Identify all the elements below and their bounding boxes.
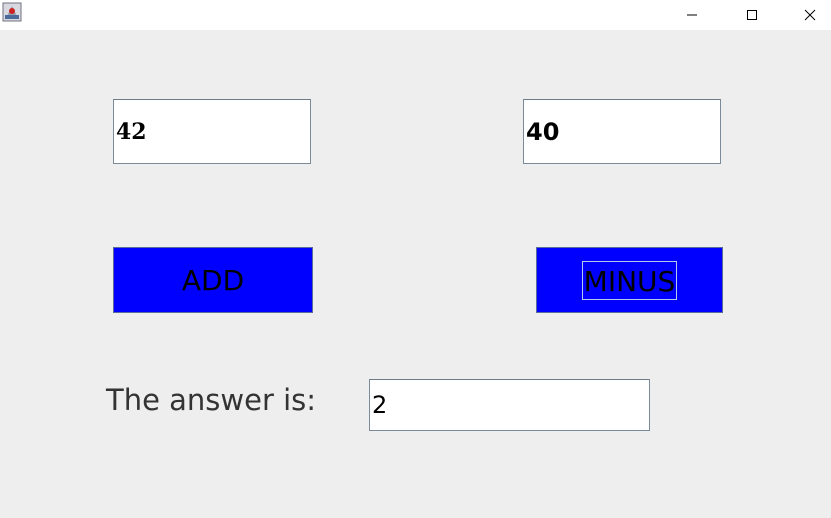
add-button-label: ADD [181, 263, 245, 297]
minimize-icon [686, 6, 698, 25]
close-icon [804, 6, 816, 25]
answer-field[interactable]: 2 [369, 379, 650, 431]
answer-value: 2 [372, 391, 388, 419]
maximize-button[interactable] [729, 0, 775, 30]
close-button[interactable] [787, 0, 831, 30]
maximize-icon [746, 6, 758, 25]
minimize-button[interactable] [669, 0, 715, 30]
title-bar [0, 0, 831, 30]
add-button[interactable]: ADD [113, 247, 313, 313]
second-number-value: 40 [526, 117, 560, 146]
first-number-value: 42 [116, 118, 147, 145]
app-window: 42 40 ADD MINUS The answer is: 2 [0, 0, 831, 518]
answer-label: The answer is: [106, 383, 317, 417]
first-number-field[interactable]: 42 [113, 99, 311, 164]
java-app-icon[interactable] [2, 2, 22, 22]
minus-button-label: MINUS [581, 260, 678, 300]
second-number-field[interactable]: 40 [523, 99, 721, 164]
minus-button[interactable]: MINUS [536, 247, 723, 313]
